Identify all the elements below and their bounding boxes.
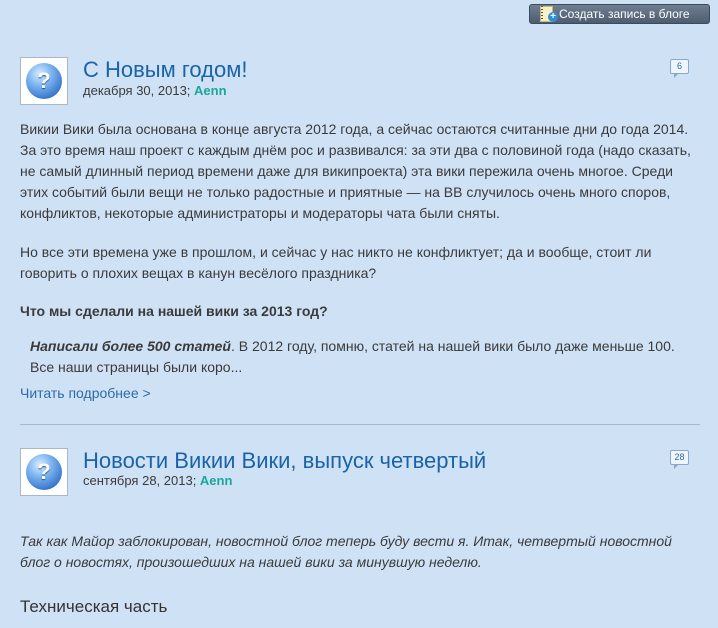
- post-excerpt-quote: Написали более 500 статей. В 2012 году, …: [30, 336, 700, 378]
- post-author[interactable]: Aenn: [194, 83, 227, 98]
- comment-count-badge[interactable]: 28: [670, 450, 689, 469]
- comment-count-badge[interactable]: 6: [670, 59, 689, 78]
- new-post-icon: +: [539, 6, 558, 22]
- avatar[interactable]: ?: [20, 57, 68, 105]
- post-meta: сентября 28, 2013; Aenn: [83, 473, 232, 488]
- read-more-link[interactable]: Читать подробнее >: [20, 385, 151, 401]
- post-intro: Так как Майор заблокирован, новостной бл…: [20, 533, 672, 570]
- section-heading: Техническая часть: [20, 597, 168, 616]
- quote-emphasis: Написали более 500 статей: [30, 338, 231, 354]
- post-title[interactable]: Новости Викии Вики, выпуск четвертый: [83, 448, 486, 474]
- post-paragraph: Но все эти времена уже в прошлом, и сейч…: [20, 244, 652, 281]
- post-date: декабря 30, 2013;: [83, 83, 195, 98]
- avatar[interactable]: ?: [20, 448, 68, 496]
- post-title[interactable]: С Новым годом!: [83, 57, 247, 83]
- post-meta: декабря 30, 2013; Aenn: [83, 83, 227, 98]
- question-mark-icon: ?: [26, 454, 62, 490]
- create-blog-post-button[interactable]: + Создать запись в блоге: [529, 4, 710, 24]
- post-date: сентября 28, 2013;: [83, 473, 200, 488]
- post-question: Что мы сделали на нашей вики за 2013 год…: [20, 303, 328, 319]
- post-divider: [20, 424, 700, 425]
- post-author[interactable]: Aenn: [200, 473, 233, 488]
- question-mark-icon: ?: [26, 63, 62, 99]
- post-paragraph: Викии Вики была основана в конце августа…: [20, 121, 691, 221]
- create-blog-post-label: Создать запись в блоге: [559, 7, 690, 21]
